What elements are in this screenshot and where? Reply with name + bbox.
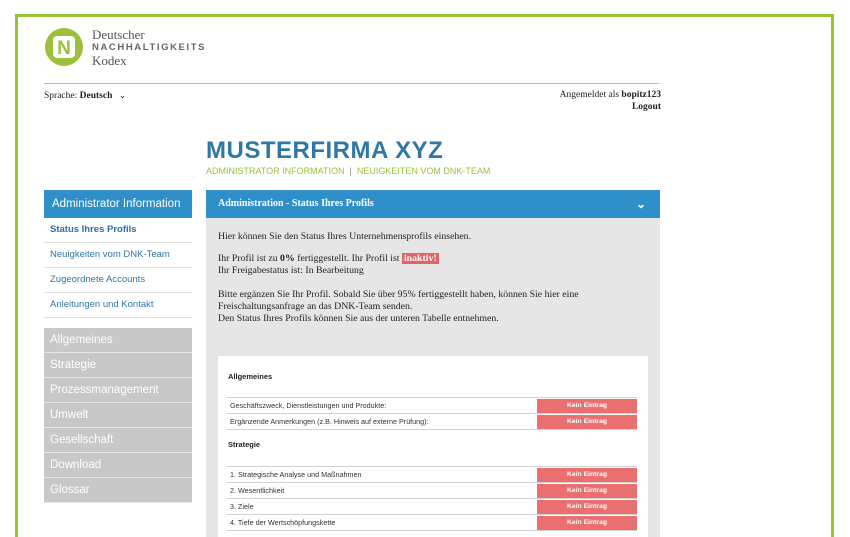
table-row[interactable]: Geschäftszweck, Dienstleistungen und Pro… [227, 397, 637, 414]
profile-status: Ihr Profil ist zu 0% fertiggestellt. Ihr… [206, 253, 660, 265]
sidebar-item-strategie[interactable]: Strategie [44, 353, 192, 378]
language-value[interactable]: Deutsch [80, 91, 113, 101]
inactive-badge: inaktiv! [401, 253, 439, 264]
sidebar: Administrator Information Status Ihres P… [44, 190, 192, 503]
login-info: Angemeldet als bopitz123 Logout [560, 89, 661, 113]
login-user: bopitz123 [621, 90, 661, 100]
sublink-separator: | [349, 166, 352, 176]
panel-header[interactable]: Administration - Status Ihres Profils ⌄ [206, 190, 660, 218]
svg-text:N: N [57, 38, 71, 59]
logo-wordmark: Deutscher NACHHALTIGKEITS Kodex [92, 28, 206, 67]
company-sublinks: ADMINISTRATOR INFORMATION | NEUIGKEITEN VO… [206, 166, 490, 176]
table-row[interactable]: 1. Strategische Analyse und Maßnahmen Ke… [227, 466, 637, 483]
chevron-down-icon[interactable]: ⌄ [636, 190, 646, 218]
row-label: 2. Wesentlichkeit [230, 486, 285, 495]
table-row[interactable]: 3. Ziele Kein Eintrag [227, 499, 637, 515]
logout-link[interactable]: Logout [632, 102, 661, 112]
status-badge: Kein Eintrag [537, 414, 637, 429]
section-title-strategie: Strategie [228, 440, 261, 449]
profile-pre: Ihr Profil ist zu [218, 253, 281, 264]
logo-line-3: Kodex [92, 52, 127, 68]
company-title: MUSTERFIRMA XYZ [206, 137, 444, 164]
table-row[interactable]: Ergänzende Anmerkungen (z.B. Hinweis auf… [227, 414, 637, 430]
sidebar-link-accounts[interactable]: Zugeordnete Accounts [44, 268, 192, 293]
logo-n-icon: N [44, 27, 84, 67]
sidebar-item-allgemeines[interactable]: Allgemeines [44, 328, 192, 353]
table-row[interactable]: 2. Wesentlichkeit Kein Eintrag [227, 483, 637, 499]
profile-percent: 0% [280, 253, 295, 264]
section-title-allgemeines: Allgemeines [228, 372, 273, 381]
profile-mid: fertiggestellt. Ihr Profil ist [294, 253, 402, 264]
row-label: 3. Ziele [230, 502, 254, 511]
sidebar-item-glossar[interactable]: Glossar [44, 478, 192, 503]
status-badge: Kein Eintrag [537, 467, 637, 482]
status-badge: Kein Eintrag [537, 499, 637, 514]
sidebar-item-gesellschaft[interactable]: Gesellschaft [44, 428, 192, 453]
sidebar-link-guides[interactable]: Anleitungen und Kontakt [44, 293, 192, 318]
admin-info-link[interactable]: ADMINISTRATOR INFORMATION [206, 166, 345, 176]
language-label: Sprache: [44, 91, 78, 101]
section-rows-strategie: 1. Strategische Analyse und Maßnahmen Ke… [227, 466, 637, 531]
dnk-logo[interactable]: N Deutscher NACHHALTIGKEITS Kodex [44, 27, 206, 67]
status-badge: Kein Eintrag [537, 515, 637, 530]
sidebar-categories: Allgemeines Strategie Prozessmanagement … [44, 328, 192, 503]
language-selector[interactable]: Sprache: Deutsch ⌄ [44, 90, 126, 101]
header-divider [44, 83, 659, 84]
chevron-down-icon[interactable]: ⌄ [119, 90, 127, 100]
page-frame: N Deutscher NACHHALTIGKEITS Kodex Sprach… [15, 14, 834, 537]
sidebar-link-status[interactable]: Status Ihres Profils [44, 218, 192, 243]
status-panel: Administration - Status Ihres Profils ⌄ … [206, 190, 660, 537]
status-badge: Kein Eintrag [537, 483, 637, 498]
section-rows-allgemeines: Geschäftszweck, Dienstleistungen und Pro… [227, 397, 637, 430]
status-table: Allgemeines Geschäftszweck, Dienstleistu… [218, 356, 648, 537]
dnk-news-link[interactable]: NEUIGKEITEN VOM DNK-TEAM [357, 166, 491, 176]
row-label: 4. Tiefe der Wertschöpfungskette [230, 518, 336, 527]
sidebar-item-download[interactable]: Download [44, 453, 192, 478]
info-line-3: Den Status Ihres Profils können Sie aus … [218, 313, 499, 324]
table-row[interactable]: 4. Tiefe der Wertschöpfungskette Kein Ei… [227, 515, 637, 531]
info-line-2: Freischaltungsanfrage an das DNK-Team se… [218, 301, 413, 312]
logo-line-1: Deutscher [92, 26, 145, 42]
row-label: 1. Strategische Analyse und Maßnahmen [230, 470, 362, 479]
row-label: Geschäftszweck, Dienstleistungen und Pro… [230, 401, 387, 410]
panel-intro: Hier können Sie den Status Ihres Unterne… [218, 231, 472, 242]
sidebar-item-umwelt[interactable]: Umwelt [44, 403, 192, 428]
info-line-1: Bitte ergänzen Sie Ihr Profil. Sobald Si… [218, 289, 579, 300]
sidebar-link-news[interactable]: Neuigkeiten vom DNK-Team [44, 243, 192, 268]
status-badge: Kein Eintrag [537, 398, 637, 413]
login-prefix: Angemeldet als [559, 90, 620, 100]
sidebar-item-prozessmanagement[interactable]: Prozessmanagement [44, 378, 192, 403]
release-status: Ihr Freigabestatus ist: In Bearbeitung [218, 265, 364, 276]
logo-line-2: NACHHALTIGKEITS [92, 41, 207, 53]
row-label: Ergänzende Anmerkungen (z.B. Hinweis auf… [230, 417, 429, 426]
sidebar-header[interactable]: Administrator Information [44, 190, 192, 218]
panel-title: Administration - Status Ihres Profils [218, 198, 374, 209]
